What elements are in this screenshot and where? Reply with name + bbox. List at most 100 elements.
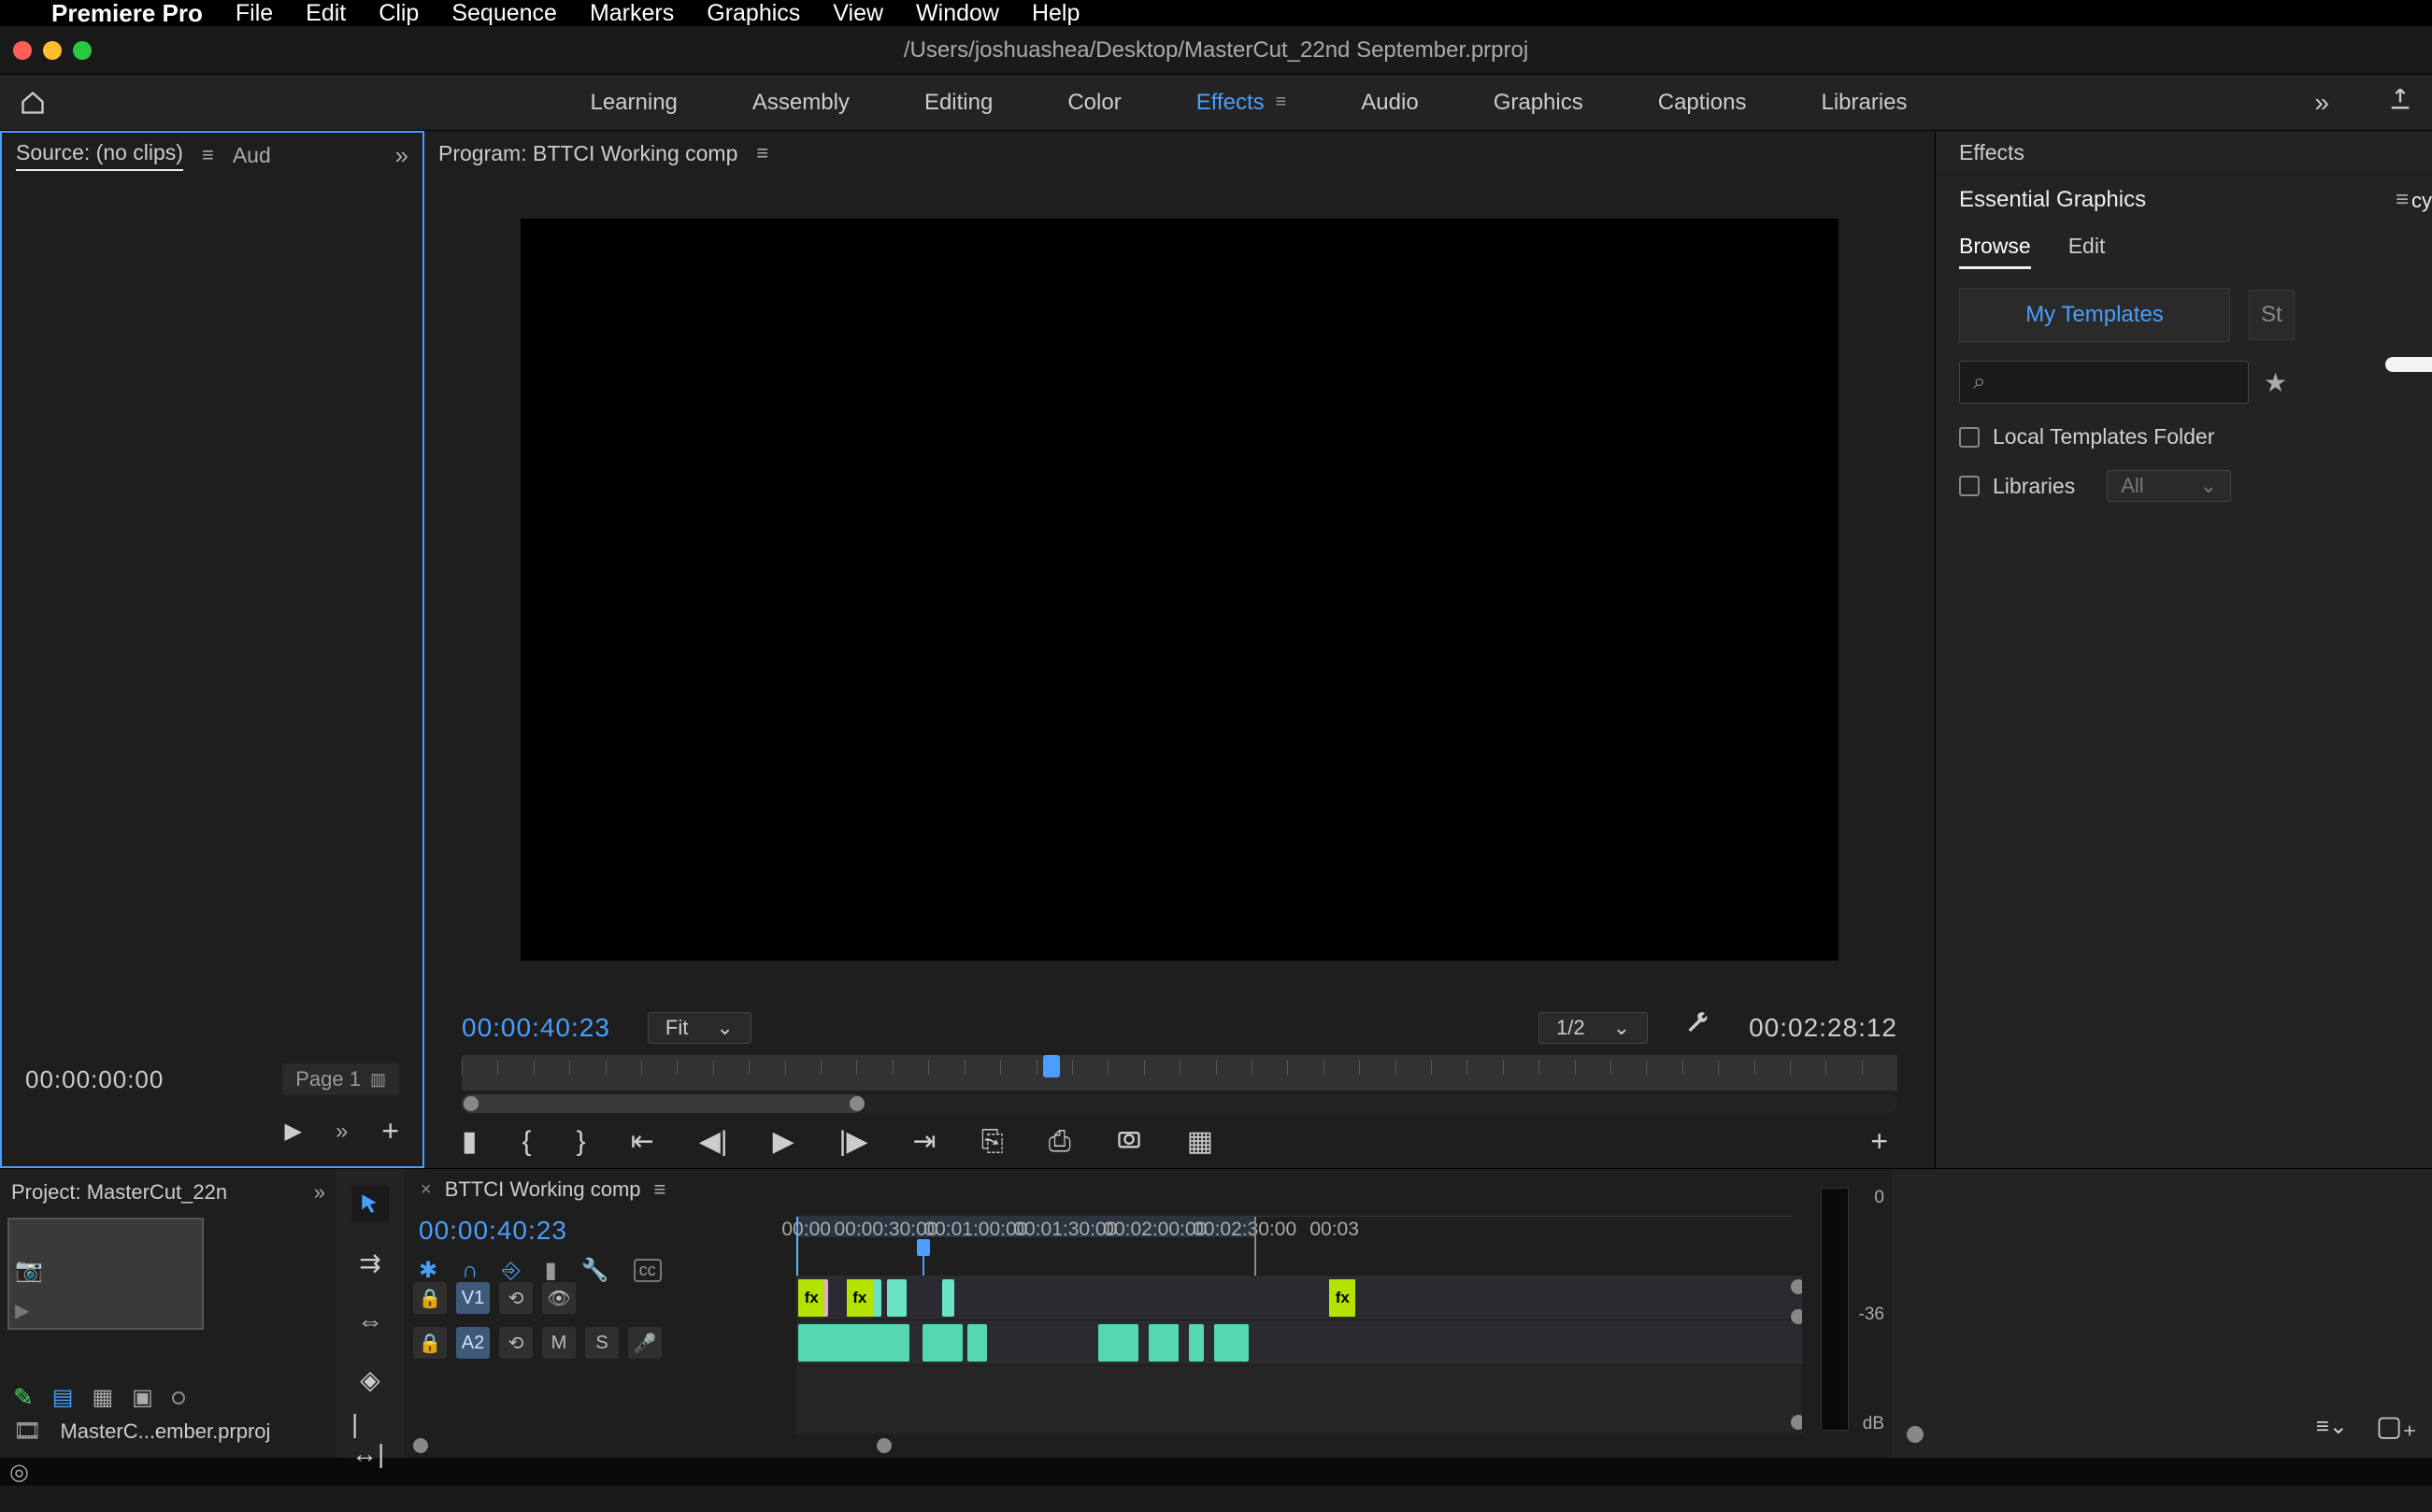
workspace-effects[interactable]: Effects≡ — [1196, 90, 1287, 116]
source-second-tab[interactable]: Aud — [233, 143, 271, 168]
eg-panel-menu-icon[interactable]: ≡ — [2396, 187, 2409, 213]
program-tab[interactable]: Program: BTTCI Working comp — [438, 141, 737, 166]
v1-target-button[interactable]: V1 — [456, 1282, 490, 1314]
scrollbar-handle[interactable] — [462, 1094, 864, 1113]
template-search-box[interactable]: ⌕ — [1959, 361, 2249, 404]
program-scrollbar[interactable] — [462, 1094, 1897, 1113]
program-monitor[interactable] — [521, 219, 1838, 961]
v1-sync-lock-button[interactable]: ⟲ — [499, 1282, 533, 1314]
extract-button[interactable]: ⎙ — [1049, 1126, 1071, 1158]
step-forward-button[interactable]: |▶ — [839, 1125, 868, 1158]
track-select-tool[interactable]: ⇉ — [351, 1245, 389, 1281]
v1-track-header[interactable]: 🔒 V1 ⟲ 👁 — [413, 1276, 796, 1320]
freeform-view-icon[interactable]: ▣ — [132, 1384, 153, 1411]
menu-file[interactable]: File — [236, 0, 273, 27]
lift-button[interactable]: ⎘ — [981, 1126, 1004, 1158]
workspace-color[interactable]: Color — [1067, 90, 1121, 116]
timeline-ruler[interactable]: 00:00 00:00:30:00 00:01:00:00 00:01:30:0… — [796, 1216, 1793, 1257]
project-bin-thumbnail[interactable]: 📷 ▶ — [7, 1218, 204, 1330]
project-overflow-button[interactable]: » — [314, 1180, 325, 1205]
list-menu-icon[interactable]: ≡⌄ — [2316, 1413, 2348, 1440]
video-clip[interactable]: fx — [847, 1279, 882, 1317]
local-templates-checkbox-row[interactable]: Local Templates Folder — [1959, 424, 2409, 449]
source-page-indicator[interactable]: Page 1▥ — [282, 1063, 399, 1095]
eg-edit-tab[interactable]: Edit — [2068, 234, 2106, 269]
razor-tool[interactable]: ◈ — [351, 1362, 389, 1398]
comparison-view-button[interactable]: ▦ — [1187, 1125, 1213, 1158]
libraries-checkbox-row[interactable]: Libraries All⌄ — [1959, 470, 2409, 502]
app-name-menu[interactable]: Premiere Pro — [51, 0, 203, 28]
scrollbar-right-handle[interactable] — [850, 1096, 865, 1111]
fx-badge[interactable]: fx — [847, 1279, 873, 1317]
timeline-zoom-right[interactable] — [877, 1438, 892, 1453]
audio-clip[interactable] — [1098, 1324, 1138, 1362]
creative-cloud-icon[interactable]: ◎ — [9, 1459, 29, 1486]
v1-lane[interactable]: fx fx fx — [796, 1276, 1802, 1320]
project-tab[interactable]: Project: MasterCut_22n — [11, 1180, 227, 1205]
source-add-button[interactable]: + — [381, 1114, 399, 1148]
a2-lane[interactable] — [796, 1320, 1802, 1365]
source-timecode[interactable]: 00:00:00:00 — [25, 1065, 164, 1094]
quick-export-button[interactable] — [2387, 86, 2413, 119]
audio-clip[interactable] — [798, 1324, 908, 1362]
menu-view[interactable]: View — [833, 0, 883, 27]
libraries-filter-dropdown[interactable]: All⌄ — [2107, 470, 2231, 502]
audio-clip[interactable] — [1189, 1324, 1204, 1362]
pen-icon[interactable]: ✎ — [13, 1383, 34, 1412]
maximize-window-button[interactable] — [73, 41, 92, 60]
close-window-button[interactable] — [13, 41, 32, 60]
step-back-button[interactable]: ◀| — [699, 1125, 728, 1158]
home-button[interactable] — [0, 90, 65, 116]
workspace-audio[interactable]: Audio — [1361, 90, 1418, 116]
source-tab-menu-icon[interactable]: ≡ — [202, 143, 214, 167]
source-play-button[interactable]: ▶ — [284, 1118, 301, 1145]
menu-markers[interactable]: Markers — [590, 0, 674, 27]
slip-tool[interactable]: |↔| — [351, 1420, 389, 1458]
zoom-level-dropdown[interactable]: Fit⌄ — [648, 1012, 751, 1044]
video-clip[interactable]: fx — [798, 1279, 828, 1317]
menu-window[interactable]: Window — [916, 0, 999, 27]
fx-badge[interactable]: fx — [798, 1279, 824, 1317]
a2-lock-button[interactable]: 🔒 — [413, 1327, 447, 1359]
menu-sequence[interactable]: Sequence — [451, 0, 557, 27]
close-sequence-button[interactable]: × — [421, 1179, 432, 1201]
a2-solo-button[interactable]: S — [585, 1327, 619, 1359]
zoom-dot-icon[interactable] — [172, 1391, 185, 1405]
audio-clip[interactable] — [967, 1324, 988, 1362]
settings-wrench-button[interactable] — [1685, 1011, 1711, 1044]
source-overflow-button[interactable]: » — [395, 141, 408, 170]
selection-tool[interactable] — [351, 1186, 389, 1222]
go-to-in-button[interactable]: ⇤ — [631, 1125, 654, 1158]
v1-toggle-output-button[interactable]: 👁 — [542, 1282, 576, 1314]
workspace-graphics[interactable]: Graphics — [1494, 90, 1583, 116]
video-clip[interactable] — [887, 1279, 908, 1317]
workspace-overflow-button[interactable]: » — [2314, 88, 2329, 118]
play-button[interactable]: ▶ — [773, 1125, 794, 1158]
minimize-window-button[interactable] — [43, 41, 62, 60]
a2-target-button[interactable]: A2 — [456, 1327, 490, 1359]
workspace-learning[interactable]: Learning — [590, 90, 677, 116]
project-filename[interactable]: MasterC...ember.prproj — [60, 1419, 270, 1444]
ripple-edit-tool[interactable]: ⇔ — [351, 1304, 389, 1340]
eg-title[interactable]: Essential Graphics — [1959, 187, 2146, 213]
new-graphic-button[interactable]: ▢₊ — [2376, 1410, 2417, 1443]
scrollbar-left-handle[interactable] — [464, 1096, 479, 1111]
bottom-scroll-dot[interactable] — [1907, 1426, 1924, 1443]
source-overflow-icon[interactable]: » — [336, 1119, 348, 1145]
playback-resolution-dropdown[interactable]: 1/2⌄ — [1538, 1012, 1648, 1044]
audio-clip[interactable] — [923, 1324, 963, 1362]
timeline-playhead[interactable] — [917, 1239, 930, 1256]
add-marker-button[interactable]: ▮ — [462, 1125, 478, 1158]
workspace-libraries[interactable]: Libraries — [1821, 90, 1907, 116]
a2-voiceover-button[interactable]: 🎤 — [628, 1327, 662, 1359]
eg-browse-tab[interactable]: Browse — [1959, 234, 2031, 269]
timeline-tracks-area[interactable]: fx fx fx — [796, 1276, 1802, 1434]
export-frame-button[interactable] — [1116, 1125, 1142, 1159]
stock-templates-icon[interactable]: St — [2249, 290, 2295, 340]
fx-badge[interactable]: fx — [1329, 1279, 1355, 1317]
program-playhead[interactable] — [1043, 1055, 1060, 1077]
menu-graphics[interactable]: Graphics — [707, 0, 800, 27]
program-tab-menu-icon[interactable]: ≡ — [756, 141, 768, 165]
go-to-out-button[interactable]: ⇥ — [913, 1125, 937, 1158]
workspace-assembly[interactable]: Assembly — [752, 90, 850, 116]
